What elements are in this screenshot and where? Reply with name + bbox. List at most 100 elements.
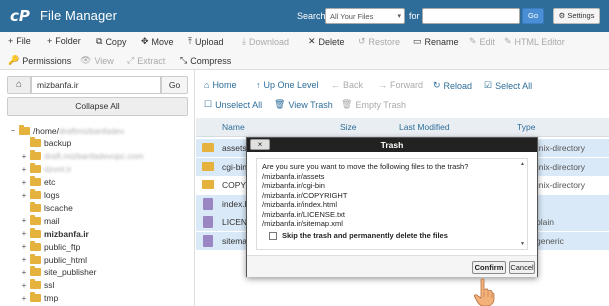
toolbar-compress-button[interactable]: ⤡ Compress [180, 55, 231, 66]
toolbar-folder-button[interactable]: + Folder [47, 36, 81, 46]
close-icon[interactable]: × [250, 139, 270, 150]
tree-item[interactable]: + logs [20, 189, 60, 202]
reload-button[interactable]: ↻ Reload [433, 80, 472, 91]
tree-item[interactable]: lscache [20, 201, 73, 214]
folder-icon [30, 176, 41, 187]
skip-trash-checkbox[interactable] [269, 231, 277, 240]
path-go-button[interactable]: Go [161, 76, 188, 94]
back-button[interactable]: ← Back [331, 80, 363, 90]
home-icon-button[interactable]: ⌂ [7, 76, 31, 94]
search-label: Search [297, 11, 326, 21]
tree-item[interactable]: + public_html [20, 253, 87, 266]
toolbar-copy-button[interactable]: ⧉ Copy [96, 36, 126, 47]
tree-item-label: public_html [44, 254, 87, 265]
tree-item-label: tmp [44, 293, 59, 304]
toolbar-move-button[interactable]: ✥ Move [141, 36, 174, 47]
folder-icon [30, 201, 41, 212]
expand-icon[interactable]: + [20, 281, 28, 290]
toolbar-restore-button[interactable]: ↺ Restore [358, 36, 400, 47]
column-header-name[interactable]: Name [222, 122, 245, 132]
toolbar-file-button[interactable]: + File [8, 36, 31, 46]
toolbar-rename-button[interactable]: ▭ Rename [413, 36, 459, 47]
up-one-level-label: Up One Level [263, 80, 319, 90]
trash-file-path: /mizbanfa.ir/assets [262, 171, 325, 181]
tree-item[interactable]: − /home/draftmizbanfadev [9, 124, 124, 137]
toolbar-upload-button[interactable]: ⤒ Upload [188, 36, 224, 47]
scroll-up-icon[interactable]: ▲ [520, 161, 525, 167]
edit-icon: ✎ [469, 36, 477, 46]
extract-label: Extract [137, 55, 166, 66]
reload-icon: ↻ [433, 80, 441, 90]
expand-icon[interactable]: + [20, 191, 28, 200]
tree-item-label: lscache [44, 202, 73, 213]
dialog-message: Are you sure you want to move the follow… [262, 162, 468, 229]
toolbar-download-button[interactable]: ⤓ Download [242, 36, 289, 47]
expand-icon[interactable]: + [20, 268, 28, 277]
cancel-button[interactable]: Cancel [509, 261, 535, 274]
tree-item[interactable]: + etc [20, 176, 55, 189]
tree-item[interactable]: + dzvnt.ir [20, 163, 71, 176]
settings-button[interactable]: ⚙ Settings [553, 8, 600, 24]
expand-icon[interactable]: + [20, 229, 28, 238]
toolbar-permissions-button[interactable]: 🔑 Permissions [8, 55, 71, 66]
expand-icon[interactable]: + [20, 242, 28, 251]
toolbar-delete-button[interactable]: ✕ Delete [308, 36, 345, 47]
forward-button[interactable]: → Forward [378, 80, 423, 90]
permissions-icon: 🔑 [8, 55, 20, 65]
view-trash-button[interactable]: 🗑 View Trash [274, 99, 333, 110]
toolbar-view-button[interactable]: 👁 View [80, 55, 114, 66]
header-bar: cP File Manager Search All Your Files ▾ … [0, 0, 609, 32]
dialog-title: Trash [247, 138, 537, 152]
folder-icon [30, 240, 41, 251]
folder-icon [30, 266, 41, 277]
file-name: cgi-bin [222, 161, 248, 172]
tree-item[interactable]: backup [20, 137, 71, 150]
main-toolbar: + File + Folder ⧉ Copy ✥ Move ⤒ Upload ⤓ Download ✕ D… [0, 32, 609, 70]
dialog-prompt: Are you sure you want to move the follow… [262, 162, 469, 171]
toolbar-edit-button[interactable]: ✎ Edit [469, 36, 495, 47]
collapse-all-button[interactable]: Collapse All [7, 97, 188, 116]
tree-item[interactable]: + mizbanfa.ir [20, 227, 89, 240]
expand-icon[interactable]: + [20, 216, 28, 225]
expand-icon[interactable]: + [20, 294, 28, 303]
search-input[interactable] [422, 8, 520, 24]
select-all-button[interactable]: ☑ Select All [484, 80, 532, 91]
search-go-button[interactable]: Go [522, 8, 544, 24]
skip-trash-option[interactable]: Skip the trash and permanently delete th… [269, 231, 448, 240]
home-button[interactable]: ⌂ Home [204, 80, 236, 90]
toolbar-html-editor-button[interactable]: ✎ HTML Editor [504, 36, 565, 47]
column-header-size[interactable]: Size [340, 122, 357, 132]
up-one-level-button[interactable]: ↑ Up One Level [256, 80, 319, 90]
download-label: Download [248, 36, 290, 47]
tree-item[interactable]: + site_publisher [20, 266, 96, 279]
file-type: unix-directory [534, 180, 586, 191]
tree-item-label: mizbanfa.ir [44, 228, 89, 239]
tree-item[interactable]: + public_ftp [20, 240, 80, 253]
column-header-modified[interactable]: Last Modified [399, 122, 450, 132]
empty-trash-button[interactable]: 🗑 Empty Trash [341, 99, 406, 110]
tree-item[interactable]: + ssl [20, 279, 54, 292]
chevron-down-icon: ▾ [397, 13, 401, 20]
tree-item[interactable]: + draft.mizbanfadevopc.com [20, 150, 144, 163]
tree-item[interactable]: + mail [20, 214, 60, 227]
expand-icon[interactable]: + [20, 255, 28, 264]
file-icon: + [8, 36, 14, 46]
unselect-all-button[interactable]: ☐ Unselect All [204, 99, 262, 110]
expand-icon[interactable]: + [20, 152, 28, 161]
document-icon [203, 216, 213, 229]
scroll-down-icon[interactable]: ▼ [520, 241, 525, 247]
expand-icon[interactable]: + [20, 178, 28, 187]
trash-file-path: /mizbanfa.ir/LICENSE.txt [262, 209, 345, 219]
search-scope-select[interactable]: All Your Files ▾ [325, 8, 405, 24]
toolbar-extract-button[interactable]: ⤢ Extract [127, 55, 165, 66]
document-icon [203, 235, 213, 247]
expand-icon[interactable]: + [20, 165, 28, 174]
column-header-type[interactable]: Type [517, 122, 535, 132]
view-trash-icon: 🗑 [274, 99, 286, 109]
copy-label: Copy [105, 36, 127, 47]
tree-item[interactable]: + tmp [20, 292, 58, 305]
up-one-level-icon: ↑ [256, 80, 261, 90]
collapse-icon[interactable]: − [9, 126, 17, 135]
path-input[interactable]: mizbanfa.ir [31, 76, 161, 94]
confirm-button[interactable]: Confirm [472, 261, 506, 274]
